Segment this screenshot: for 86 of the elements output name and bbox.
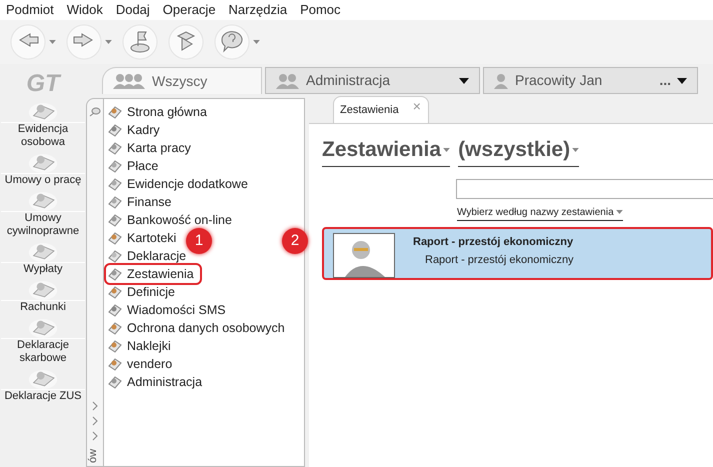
people-icon [276,72,300,88]
caret-icon [443,148,450,152]
menu-item[interactable]: Podmiot [6,0,54,20]
document-icon [27,151,59,173]
module-icon [108,141,122,155]
workspace-tab[interactable]: Administracja [265,67,480,94]
workspace-tab[interactable]: Wszyscy [102,67,262,94]
module-item[interactable]: Płace [106,157,160,175]
module-icon [108,375,122,389]
caret-icon [616,210,623,214]
document-icon [27,278,59,300]
menu-item[interactable]: Pomoc [300,0,341,20]
module-icon [108,159,122,173]
module-icon [108,339,122,353]
caret-icon [572,148,580,152]
module-icon [108,285,122,299]
sidebar-item[interactable]: Rachunki [1,300,85,314]
module-item[interactable]: Zestawienia [106,265,200,283]
sidebar-item[interactable]: Wypłaty [1,262,85,276]
strip-label: ów [86,448,100,464]
caret-icon [49,40,56,44]
module-item[interactable]: vendero [106,355,174,373]
sidebar-item[interactable]: Ewidencja osobowa [1,122,85,149]
module-icon [108,123,122,137]
module-icon [108,231,122,245]
play-icon [168,24,204,60]
search-field[interactable] [456,178,713,198]
module-item[interactable]: Ochrona danych osobowych [106,319,287,337]
toolbar-button[interactable] [10,24,56,60]
person-avatar-icon [333,232,395,278]
module-item[interactable]: Wiadomości SMS [106,301,228,319]
menu-item[interactable]: Operacje [162,0,216,20]
module-icon [108,177,122,191]
module-icon [108,321,122,335]
module-icon [108,105,122,119]
document-tab[interactable]: Zestawienia × [333,96,429,123]
people-icon [494,72,509,88]
module-icon [108,195,122,209]
menu-item[interactable]: Widok [66,0,103,20]
module-item[interactable]: Kadry [106,121,162,139]
toolbar-button[interactable] [122,24,158,60]
module-item[interactable]: Definicje [106,283,177,301]
module-icon [108,267,122,281]
document-icon [27,189,59,211]
toolbar-button[interactable] [66,24,112,60]
logo: GT [26,69,60,94]
help-icon [214,24,250,60]
menu-item[interactable]: Dodaj [116,0,150,20]
more-label: ... [659,71,671,90]
report-row[interactable]: Raport - przestój ekonomiczny Raport - przestój ekonomiczny [322,226,713,280]
sort-link[interactable]: Wybierz według nazwy zestawienia [457,204,623,220]
sidebar-item[interactable]: Deklaracje skarbowe [1,338,85,365]
sidebar-item[interactable]: Deklaracje ZUS [1,389,85,403]
sidebar-item[interactable]: Umowy o pracę [1,173,85,187]
caret-icon [677,78,687,84]
document-icon [27,100,59,122]
module-item[interactable]: Ewidencje dodatkowe [106,175,250,193]
module-item[interactable]: Naklejki [106,337,173,355]
module-item[interactable]: Karta pracy [106,139,193,157]
module-icon [108,249,122,263]
module-item[interactable]: Kartoteki [106,229,178,247]
document-icon [27,367,59,389]
workspace-tab[interactable]: Pracowity Jan ... [483,67,698,94]
module-item[interactable]: Administracja [106,373,204,391]
module-item[interactable]: Deklaracje [106,247,188,265]
module-item[interactable]: Finanse [106,193,174,211]
module-item[interactable]: Strona główna [106,103,209,121]
toolbar-button[interactable] [168,24,204,60]
caret-icon [253,40,260,44]
flag-icon [122,24,158,60]
module-item[interactable]: Bankowość on-line [106,211,234,229]
sidebar-item[interactable]: Umowy cywilnoprawne [1,211,85,238]
document-icon [27,316,59,338]
caret-icon [105,40,112,44]
people-icon [113,73,146,89]
document-icon [27,240,59,262]
caret-icon [459,78,469,84]
module-icon [108,303,122,317]
report-subtitle: Raport - przestój ekonomiczny [425,253,574,268]
report-title: Raport - przestój ekonomiczny [413,234,574,250]
menu-item[interactable]: Narzędzia [228,0,288,20]
filter-dropdown[interactable]: (wszystkie) [458,134,580,166]
module-icon [108,213,122,227]
category-dropdown[interactable]: Zestawienia [322,134,450,166]
toolbar-button[interactable] [214,24,260,60]
module-icon [108,357,122,371]
